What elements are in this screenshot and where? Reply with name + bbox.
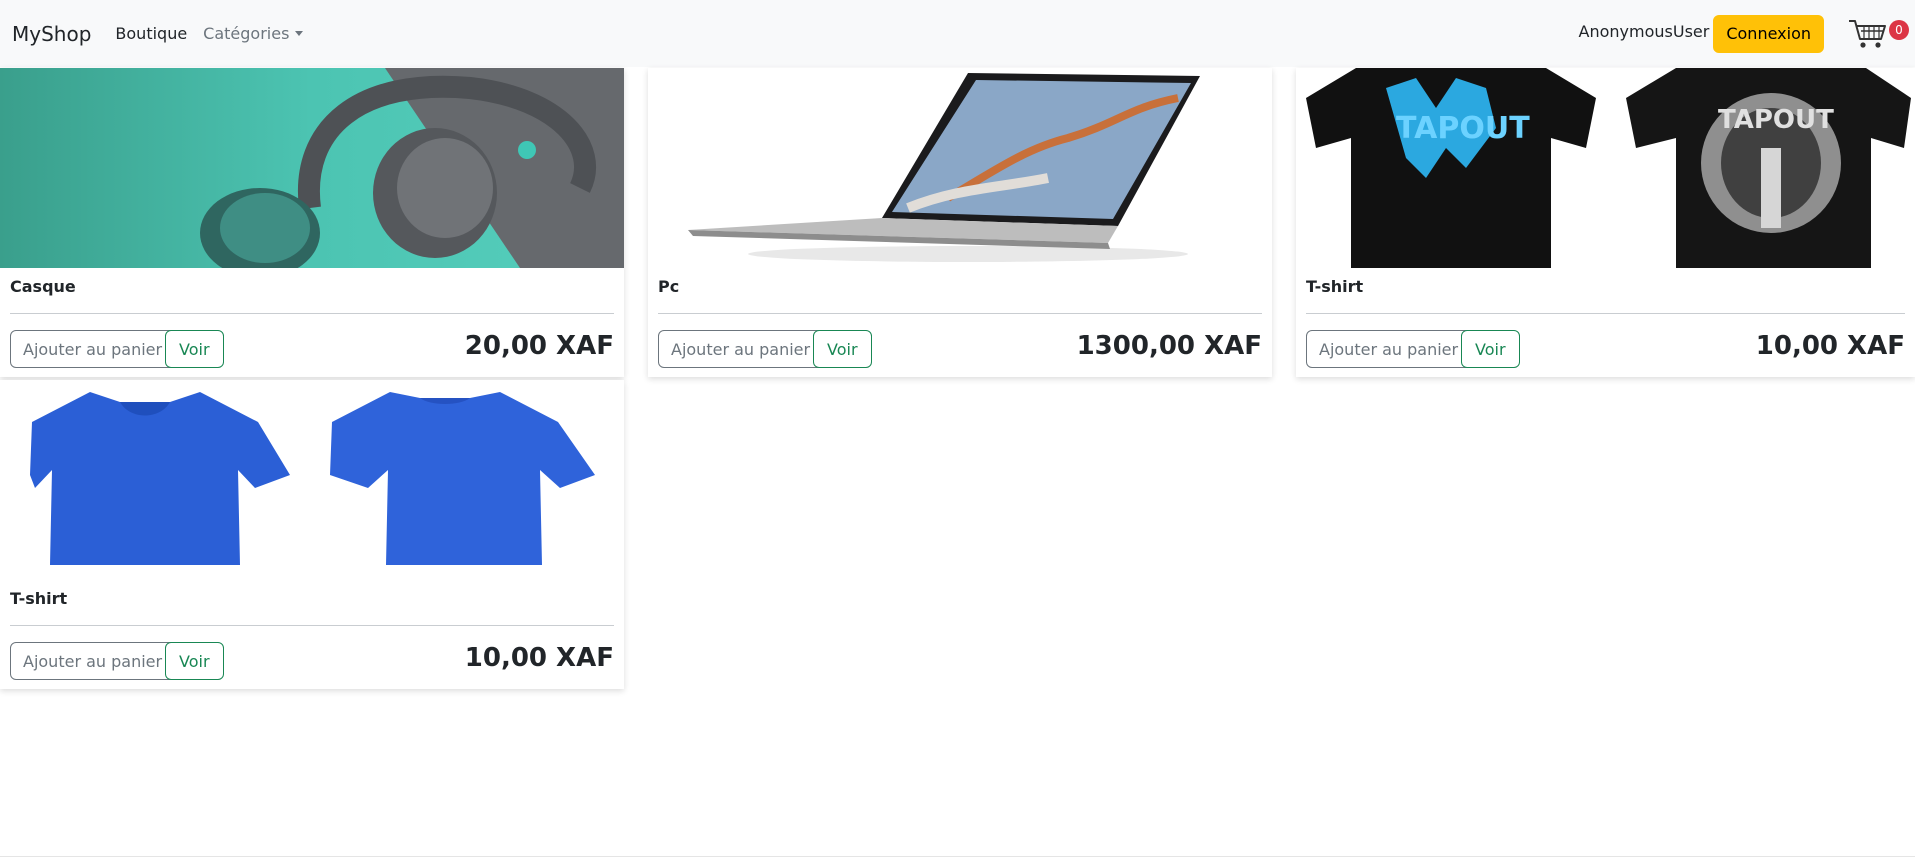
login-button[interactable]: Connexion xyxy=(1713,14,1824,53)
divider xyxy=(1306,313,1905,314)
product-price: 20,00 XAF xyxy=(464,331,614,361)
product-card-pc: Pc Ajouter au panier Voir 1300,00 XAF xyxy=(648,68,1272,377)
view-button[interactable]: Voir xyxy=(165,330,224,368)
add-to-cart-button[interactable]: Ajouter au panier xyxy=(10,330,176,368)
divider xyxy=(10,625,614,626)
nav-link-boutique[interactable]: Boutique xyxy=(115,24,187,43)
username-text: AnonymousUser xyxy=(1578,22,1710,41)
divider xyxy=(10,313,614,314)
product-image-headphones[interactable] xyxy=(0,68,624,268)
product-image-black-tshirts[interactable]: TAPOUT TAPOUT xyxy=(1296,68,1915,268)
cart-button[interactable]: 0 xyxy=(1848,18,1909,50)
product-card-tshirt-blue: T-shirt Ajouter au panier Voir 10,00 XAF xyxy=(0,380,624,689)
cart-count-badge: 0 xyxy=(1889,19,1909,40)
product-title: Pc xyxy=(658,277,680,296)
navbar: MyShop Boutique Catégories AnonymousUser… xyxy=(0,0,1915,67)
nav-dropdown-label: Catégories xyxy=(203,24,290,43)
add-to-cart-button[interactable]: Ajouter au panier xyxy=(658,330,824,368)
svg-text:TAPOUT: TAPOUT xyxy=(1396,111,1530,146)
product-image-laptop[interactable] xyxy=(648,68,1272,268)
product-price: 10,00 XAF xyxy=(464,643,614,673)
add-to-cart-button[interactable]: Ajouter au panier xyxy=(1306,330,1472,368)
product-card-tshirt-black: TAPOUT TAPOUT T-shirt Ajouter au panier … xyxy=(1296,68,1915,377)
caret-down-icon xyxy=(295,31,304,36)
svg-text:TAPOUT: TAPOUT xyxy=(1718,105,1834,135)
brand-link[interactable]: MyShop xyxy=(12,22,91,46)
view-button[interactable]: Voir xyxy=(813,330,872,368)
product-price: 10,00 XAF xyxy=(1755,331,1905,361)
view-button[interactable]: Voir xyxy=(165,642,224,680)
divider xyxy=(658,313,1262,314)
product-card-casque: Casque Ajouter au panier Voir 20,00 XAF xyxy=(0,68,624,377)
product-image-blue-tshirts[interactable] xyxy=(0,380,624,580)
product-title: T-shirt xyxy=(1306,277,1364,296)
cart-icon xyxy=(1849,19,1886,48)
add-to-cart-button[interactable]: Ajouter au panier xyxy=(10,642,176,680)
nav-right: AnonymousUser Connexion 0 xyxy=(1579,0,1915,67)
product-price: 1300,00 XAF xyxy=(1076,331,1262,361)
product-title: Casque xyxy=(10,277,76,296)
product-title: T-shirt xyxy=(10,589,68,608)
footer-divider xyxy=(0,856,1915,857)
view-button[interactable]: Voir xyxy=(1461,330,1520,368)
nav-dropdown-categories[interactable]: Catégories xyxy=(203,24,304,43)
